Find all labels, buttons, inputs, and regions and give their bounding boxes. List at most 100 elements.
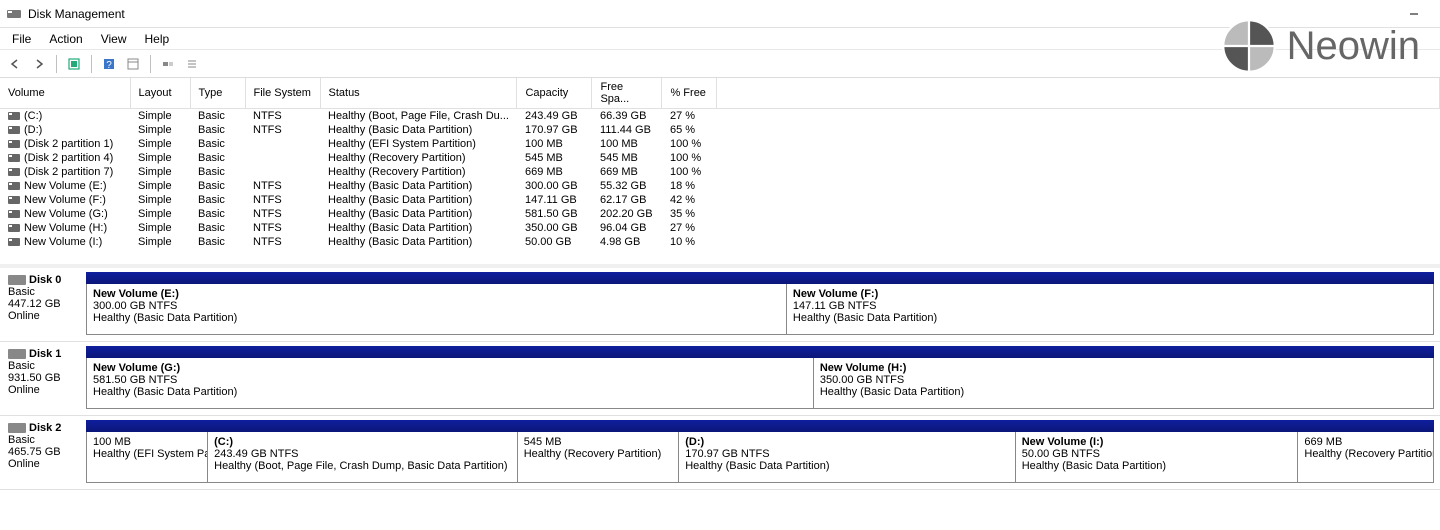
col-filesystem[interactable]: File System [245,78,320,109]
partition-name: New Volume (F:) [793,288,1427,300]
disk-graphical-pane[interactable]: Disk 0Basic447.12 GBOnlineNew Volume (E:… [0,268,1440,530]
table-header-row: Volume Layout Type File System Status Ca… [0,78,1440,109]
col-free-space[interactable]: Free Spa... [592,78,662,109]
partition-cell[interactable]: 545 MBHealthy (Recovery Partition) [518,432,680,482]
partition-cell[interactable]: New Volume (E:)300.00 GB NTFSHealthy (Ba… [87,284,787,334]
volume-name: New Volume (H:) [24,222,107,234]
volume-type: Basic [190,137,245,151]
volume-icon [8,210,20,218]
properties-button[interactable] [122,53,144,75]
volume-fs [245,165,320,179]
volume-table[interactable]: Volume Layout Type File System Status Ca… [0,78,1440,249]
partition-cell[interactable]: (C:)243.49 GB NTFSHealthy (Boot, Page Fi… [208,432,518,482]
partition-size: 581.50 GB NTFS [93,374,807,386]
forward-button[interactable] [28,53,50,75]
disk-label[interactable]: Disk 2Basic465.75 GBOnline [0,416,82,489]
partition-cell[interactable]: New Volume (F:)147.11 GB NTFSHealthy (Ba… [787,284,1433,334]
menu-bar: File Action View Help [0,28,1440,50]
volume-pct: 35 % [662,207,717,221]
volume-free: 202.20 GB [592,207,662,221]
disk-management-icon [6,6,22,22]
volume-type: Basic [190,151,245,165]
partition-size: 669 MB [1304,436,1427,448]
volume-list-pane[interactable]: Volume Layout Type File System Status Ca… [0,78,1440,268]
volume-free: 66.39 GB [592,109,662,124]
volume-pct: 42 % [662,193,717,207]
volume-layout: Simple [130,179,190,193]
volume-pct: 18 % [662,179,717,193]
partition-status: Healthy (Basic Data Partition) [93,312,780,324]
volume-name: (C:) [24,110,42,122]
menu-help[interactable]: Help [137,30,178,48]
col-volume[interactable]: Volume [0,78,130,109]
menu-view[interactable]: View [93,30,135,48]
table-row[interactable]: New Volume (H:)SimpleBasicNTFSHealthy (B… [0,221,1440,235]
disk-label[interactable]: Disk 0Basic447.12 GBOnline [0,268,82,341]
table-row[interactable]: (Disk 2 partition 1)SimpleBasicHealthy (… [0,137,1440,151]
partition-name: New Volume (G:) [93,362,807,374]
volume-layout: Simple [130,137,190,151]
title-bar: Disk Management [0,0,1440,28]
disk-label[interactable]: Disk 1Basic931.50 GBOnline [0,342,82,415]
partition-cell[interactable]: New Volume (G:)581.50 GB NTFSHealthy (Ba… [87,358,814,408]
settings-button[interactable] [157,53,179,75]
col-capacity[interactable]: Capacity [517,78,592,109]
refresh-button[interactable] [63,53,85,75]
list-button[interactable] [181,53,203,75]
disk-type: Basic [8,360,74,372]
partition-cell[interactable]: (D:)170.97 GB NTFSHealthy (Basic Data Pa… [679,432,1016,482]
table-row[interactable]: (D:)SimpleBasicNTFSHealthy (Basic Data P… [0,123,1440,137]
partition-size: 300.00 GB NTFS [93,300,780,312]
partition-size: 243.49 GB NTFS [214,448,511,460]
volume-layout: Simple [130,109,190,124]
col-pct-free[interactable]: % Free [662,78,717,109]
volume-type: Basic [190,165,245,179]
volume-type: Basic [190,109,245,124]
table-row[interactable]: New Volume (F:)SimpleBasicNTFSHealthy (B… [0,193,1440,207]
partition-cell[interactable]: 669 MBHealthy (Recovery Partition) [1298,432,1433,482]
volume-capacity: 243.49 GB [517,109,592,124]
volume-type: Basic [190,179,245,193]
partition-cell[interactable]: New Volume (H:)350.00 GB NTFSHealthy (Ba… [814,358,1433,408]
menu-file[interactable]: File [4,30,39,48]
volume-status: Healthy (Boot, Page File, Crash Du... [320,109,517,124]
volume-status: Healthy (Recovery Partition) [320,165,517,179]
table-row[interactable]: (Disk 2 partition 7)SimpleBasicHealthy (… [0,165,1440,179]
partition-cell[interactable]: New Volume (I:)50.00 GB NTFSHealthy (Bas… [1016,432,1299,482]
col-layout[interactable]: Layout [130,78,190,109]
volume-name: (Disk 2 partition 1) [24,138,113,150]
minimize-button[interactable] [1394,4,1434,24]
volume-status: Healthy (Basic Data Partition) [320,193,517,207]
volume-fs [245,151,320,165]
col-status[interactable]: Status [320,78,517,109]
volume-pct: 27 % [662,109,717,124]
volume-name: (Disk 2 partition 4) [24,152,113,164]
help-button[interactable]: ? [98,53,120,75]
volume-name: New Volume (G:) [24,208,108,220]
disk-type: Basic [8,286,74,298]
partition-name: New Volume (E:) [93,288,780,300]
table-row[interactable]: (Disk 2 partition 4)SimpleBasicHealthy (… [0,151,1440,165]
partition-status: Healthy (Boot, Page File, Crash Dump, Ba… [214,460,511,472]
col-type[interactable]: Type [190,78,245,109]
partition-status: Healthy (Basic Data Partition) [685,460,1009,472]
volume-fs [245,137,320,151]
volume-pct: 10 % [662,235,717,249]
disk-partitions: New Volume (E:)300.00 GB NTFSHealthy (Ba… [82,268,1440,341]
back-button[interactable] [4,53,26,75]
toolbar: ? [0,50,1440,78]
table-row[interactable]: New Volume (I:)SimpleBasicNTFSHealthy (B… [0,235,1440,249]
table-row[interactable]: New Volume (G:)SimpleBasicNTFSHealthy (B… [0,207,1440,221]
volume-layout: Simple [130,151,190,165]
table-row[interactable]: New Volume (E:)SimpleBasicNTFSHealthy (B… [0,179,1440,193]
disk-name: Disk 2 [29,422,61,434]
table-row[interactable]: (C:)SimpleBasicNTFSHealthy (Boot, Page F… [0,109,1440,124]
volume-free: 96.04 GB [592,221,662,235]
volume-pct: 100 % [662,151,717,165]
disk-icon [8,275,26,285]
toolbar-separator [150,55,151,73]
partition-cell[interactable]: 100 MBHealthy (EFI System Partiti [87,432,208,482]
disk-row: Disk 0Basic447.12 GBOnlineNew Volume (E:… [0,268,1440,342]
menu-action[interactable]: Action [41,30,90,48]
volume-status: Healthy (Basic Data Partition) [320,123,517,137]
